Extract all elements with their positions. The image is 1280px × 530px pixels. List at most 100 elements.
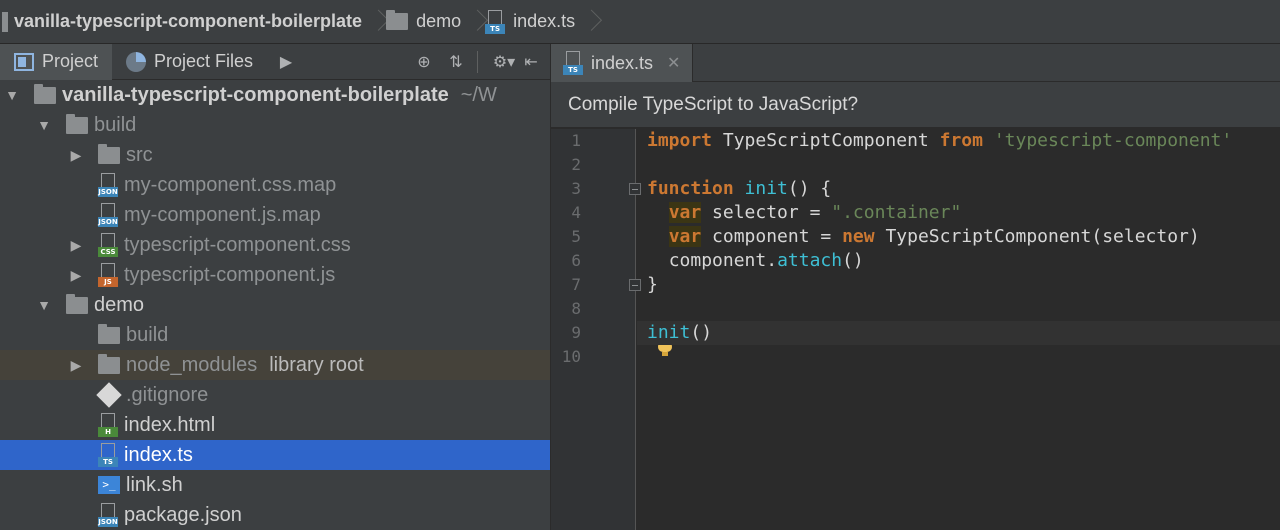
code-editor[interactable]: 1 2 3 4 5 6 7 8 9 10 import TypeScriptComponent f… [551, 129, 1280, 530]
terminal-icon: >_ [98, 476, 120, 494]
tree-item[interactable]: Hindex.html [0, 410, 550, 440]
tree-item[interactable]: JSON my-component.css.map [0, 170, 550, 200]
code-token: attach [777, 250, 843, 271]
breadcrumb-file[interactable]: TS index.ts [479, 0, 579, 44]
tree-item-label: build [126, 323, 169, 346]
folder-icon [34, 83, 56, 104]
chevron-right-icon[interactable]: ▶ [68, 230, 84, 260]
hide-panel-icon[interactable]: ⇤ [520, 51, 542, 73]
compile-notification-text: Compile TypeScript to JavaScript? [568, 93, 859, 115]
code-token: () [690, 322, 713, 343]
tree-item[interactable]: build [0, 320, 550, 350]
compile-notification[interactable]: Compile TypeScript to JavaScript? [551, 82, 1280, 128]
breadcrumb-project[interactable]: vanilla-typescript-component-boilerplate [0, 0, 366, 44]
line-number: 7 [571, 275, 581, 294]
tree-item-label: node_modules [126, 353, 258, 376]
css-file-icon: CSS [98, 233, 118, 257]
tab-project-files-label: Project Files [154, 51, 254, 71]
folder-icon [98, 143, 120, 164]
locate-target-icon[interactable]: ⊕ [413, 51, 435, 73]
line-number: 3 [571, 179, 581, 198]
tree-item[interactable]: ▼ demo [0, 290, 550, 320]
tab-index-ts[interactable]: TS index.ts ✕ [551, 44, 694, 82]
breadcrumb-demo[interactable]: demo [380, 0, 465, 44]
tree-item-label: typescript-component.js [124, 263, 336, 286]
code-token: function [647, 178, 734, 199]
folder-icon [386, 10, 409, 30]
close-icon[interactable]: ✕ [667, 53, 680, 73]
chevron-down-icon[interactable]: ▼ [36, 290, 52, 320]
folder-icon [66, 113, 88, 134]
tree-item[interactable]: ▼ build [0, 110, 550, 140]
tree-item-label: index.html [124, 413, 216, 436]
code-token: from [939, 130, 983, 151]
breadcrumb-demo-label: demo [416, 11, 462, 31]
chevron-right-icon[interactable]: ▶ [68, 260, 84, 290]
tab-label: index.ts [591, 52, 654, 73]
folder-icon [98, 323, 120, 344]
line-number: 8 [571, 299, 581, 318]
code-token: var [668, 202, 702, 223]
folder-icon [98, 353, 120, 374]
code-token: component. [668, 250, 778, 271]
tree-item-label: vanilla-typescript-component-boilerplate [62, 83, 449, 106]
pie-chart-icon [126, 51, 147, 72]
code-token: init [647, 322, 691, 343]
tree-item-label: my-component.css.map [124, 173, 337, 196]
chevron-down-icon[interactable]: ▼ [36, 110, 52, 140]
tree-item[interactable]: ▼ vanilla-typescript-component-boilerplat… [0, 80, 550, 110]
tab-project-files[interactable]: Project Files [112, 44, 267, 80]
tree-item-label: demo [94, 293, 145, 316]
ts-file-icon: TS [98, 443, 118, 467]
h-file-icon: H [98, 413, 118, 437]
fold-marker-icon[interactable] [629, 279, 641, 291]
tree-item[interactable]: ▶ src [0, 140, 550, 170]
tree-item[interactable]: JSON my-component.js.map [0, 200, 550, 230]
tree-item[interactable]: >_ link.sh [0, 470, 550, 500]
code-token: component = [701, 226, 843, 247]
play-icon[interactable]: ▶ [275, 51, 297, 73]
tree-item[interactable]: TS index.ts [0, 440, 550, 470]
tab-project[interactable]: Project [0, 43, 113, 80]
chevron-down-icon[interactable]: ▼ [4, 80, 20, 110]
tree-item-label: index.ts [124, 443, 193, 466]
tree-item-label: .gitignore [126, 383, 209, 406]
code-token: (selector) [1091, 226, 1200, 247]
collapse-all-icon[interactable]: ⇅ [445, 51, 467, 73]
fold-marker-icon[interactable] [629, 183, 641, 195]
tree-item-label: package.json [124, 503, 242, 526]
editor-tabs: TS index.ts ✕ [551, 44, 1280, 82]
json-file-icon: JSON [98, 203, 118, 227]
tree-item[interactable]: .gitignore [0, 380, 550, 410]
code-line-5: var component = new TypeScriptComponent(… [647, 225, 1200, 249]
tree-item-label: build [94, 113, 137, 136]
code-token: ".container" [831, 202, 962, 223]
code-line-3: function init() { [647, 177, 831, 201]
chevron-right-icon [366, 0, 380, 44]
chevron-right-icon[interactable]: ▶ [68, 140, 84, 170]
tree-item[interactable]: ▶ node_modules library root [0, 350, 550, 380]
gear-icon[interactable]: ⚙▾ [488, 51, 520, 73]
tree-item-label: typescript-component.css [124, 233, 351, 256]
tree-item[interactable]: JSON package.json [0, 500, 550, 530]
tree-item-label: src [126, 143, 153, 166]
breadcrumb-file-label: index.ts [513, 11, 576, 31]
json-file-icon: JSON [98, 173, 118, 197]
library-root-label: library root [269, 353, 364, 376]
git-icon [96, 382, 122, 408]
code-token: () { [787, 178, 832, 199]
typescript-file-icon: TS [563, 51, 583, 75]
tree-item[interactable]: ▶ CSS typescript-component.css [0, 230, 550, 260]
tree-item[interactable]: ▶ JS typescript-component.js [0, 260, 550, 290]
chevron-right-icon[interactable]: ▶ [68, 350, 84, 380]
code-token: () [842, 250, 864, 271]
